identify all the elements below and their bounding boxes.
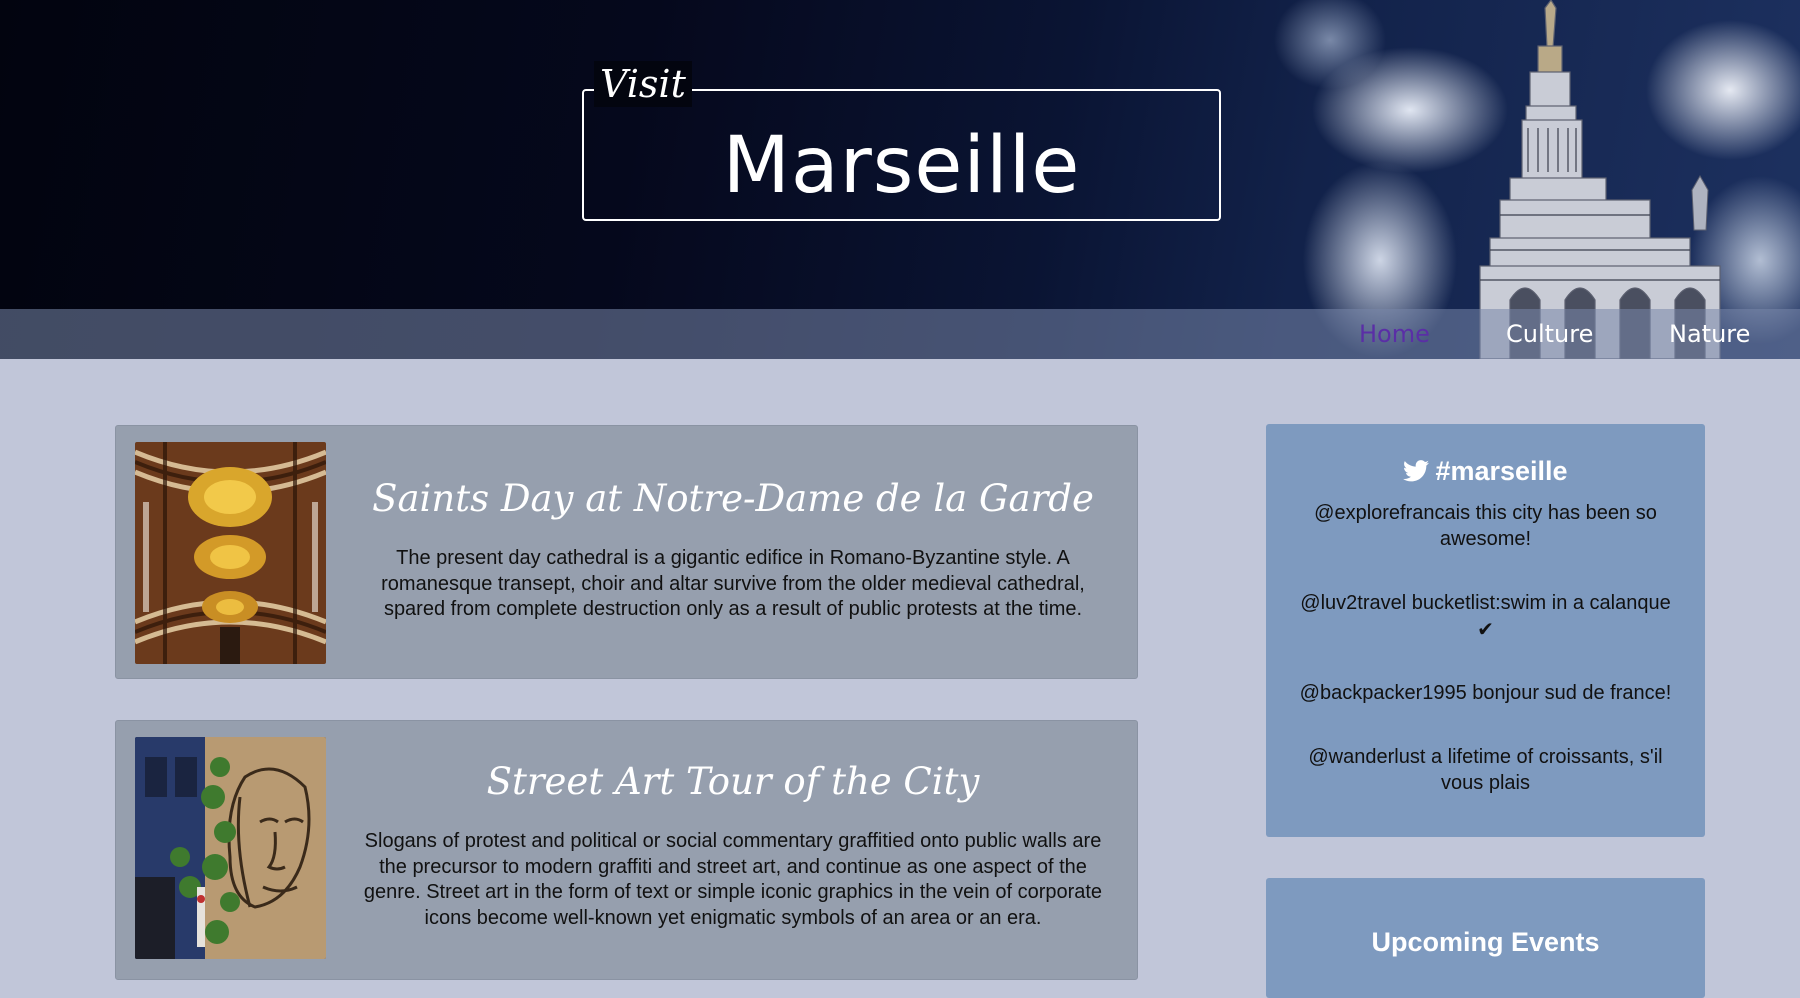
tweet-text: @luv2travel bucketlist:swim in a calanqu… — [1300, 592, 1671, 614]
tweet-item[interactable]: @backpacker1995 bonjour sud de france! — [1290, 681, 1681, 707]
tweet-list: @explorefrancais this city has been so a… — [1266, 501, 1705, 796]
checkmark-icon: ✔ — [1477, 618, 1494, 641]
article-title[interactable]: Street Art Tour of the City — [348, 759, 1118, 805]
cathedral-interior-image — [135, 442, 326, 664]
basilica-tower-image — [1479, 0, 1721, 359]
article-content: Street Art Tour of the City Slogans of p… — [348, 721, 1118, 931]
nav-item-nature[interactable]: Nature — [1669, 319, 1750, 349]
twitter-feed-widget: #marseille @explorefrancais this city ha… — [1266, 424, 1705, 837]
nav-item-home[interactable]: Home — [1359, 319, 1430, 349]
tweet-item[interactable]: @luv2travel bucketlist:swim in a calanqu… — [1290, 591, 1681, 643]
tweet-text: @wanderlust a lifetime of croissants, s'… — [1308, 746, 1663, 794]
tweet-item[interactable]: @explorefrancais this city has been so a… — [1290, 501, 1681, 552]
upcoming-events-widget: Upcoming Events — [1266, 878, 1705, 998]
article-card: Street Art Tour of the City Slogans of p… — [115, 720, 1138, 980]
hero-banner: Visit Marseille — [0, 0, 1800, 359]
hero-title: Marseille — [722, 121, 1081, 211]
street-art-image — [135, 737, 326, 959]
tweet-item[interactable]: @wanderlust a lifetime of croissants, s'… — [1290, 745, 1681, 796]
article-content: Saints Day at Notre-Dame de la Garde The… — [348, 426, 1118, 623]
article-title[interactable]: Saints Day at Notre-Dame de la Garde — [348, 476, 1118, 522]
main-nav: Home Culture Nature — [0, 309, 1800, 359]
events-widget-title: Upcoming Events — [1371, 927, 1600, 957]
tweet-text: @backpacker1995 bonjour sud de france! — [1299, 681, 1672, 704]
twitter-bird-icon — [1403, 460, 1430, 482]
tweet-text: @explorefrancais this city has been so a… — [1314, 502, 1657, 550]
article-body: Slogans of protest and political or soci… — [363, 830, 1103, 929]
hero-title-box: Visit Marseille — [582, 61, 1221, 221]
article-body: The present day cathedral is a gigantic … — [381, 547, 1085, 620]
article-card: Saints Day at Notre-Dame de la Garde The… — [115, 425, 1138, 679]
nav-item-culture[interactable]: Culture — [1506, 319, 1593, 349]
hero-pre-title: Visit — [594, 61, 692, 107]
twitter-hashtag[interactable]: #marseille — [1435, 456, 1567, 486]
twitter-widget-title: #marseille — [1266, 454, 1705, 488]
